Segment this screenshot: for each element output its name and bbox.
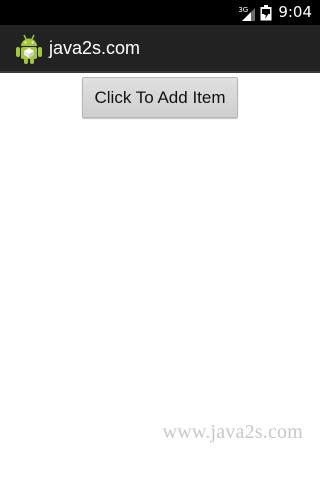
battery-icon <box>260 4 272 20</box>
app-title: java2s.com <box>49 38 141 58</box>
status-icons: 3G 9:04 <box>238 0 312 25</box>
android-robot-icon <box>16 34 42 64</box>
watermark: www.java2s.com <box>162 421 303 443</box>
action-bar: java2s.com <box>0 25 320 73</box>
status-time: 9:04 <box>278 3 312 21</box>
signal-strength-icon: 3G <box>238 4 256 22</box>
add-item-button[interactable]: Click To Add Item <box>82 77 238 118</box>
status-bar: 3G 9:04 <box>0 0 320 25</box>
